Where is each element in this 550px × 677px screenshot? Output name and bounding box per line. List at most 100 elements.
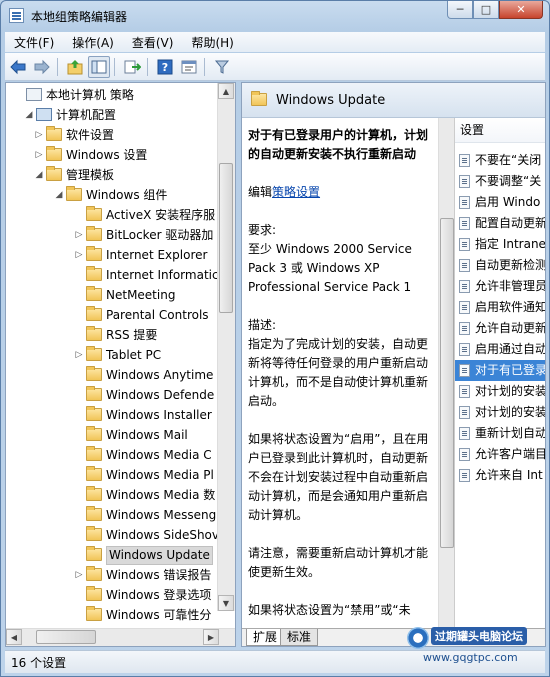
setting-item[interactable]: 重新计划自动 [455, 423, 545, 444]
setting-item[interactable]: 不要调整“关 [455, 171, 545, 192]
expand-arrow-icon[interactable]: ▷ [74, 245, 84, 265]
expand-arrow-icon[interactable]: ▷ [74, 565, 84, 585]
tree-node[interactable]: ◢ Windows 组件 [6, 185, 219, 205]
description-scrollbar[interactable] [438, 118, 455, 628]
scroll-up-icon[interactable]: ▲ [218, 83, 234, 99]
tree-node[interactable]: ◢ 管理模板 [6, 165, 219, 185]
tab-standard[interactable]: 标准 [280, 629, 319, 646]
help-icon[interactable]: ? [154, 56, 176, 78]
scrollbar-thumb[interactable] [440, 218, 454, 548]
up-folder-icon[interactable] [64, 56, 86, 78]
tree-node[interactable]: Windows Defende [6, 385, 219, 405]
tab-extended[interactable]: 扩展 [246, 629, 285, 646]
tree-horizontal-scrollbar[interactable]: ◀ ▶ [6, 628, 235, 646]
collapse-arrow-icon[interactable]: ◢ [54, 185, 64, 205]
description-label: 描述: [248, 318, 277, 332]
policy-setting-icon [459, 196, 470, 209]
tree-node[interactable]: ▷ Windows 错误报告 [6, 565, 219, 585]
edit-policy-link[interactable]: 策略设置 [272, 185, 320, 199]
policy-setting-icon [459, 448, 470, 461]
tree-node[interactable]: ▷ Internet Explorer [6, 245, 219, 265]
setting-item[interactable]: 对计划的安装 [455, 402, 545, 423]
tree-node[interactable]: RSS 提要 [6, 325, 219, 345]
tree-node[interactable]: Windows SideShov [6, 525, 219, 545]
tree-node-label: 管理模板 [66, 168, 115, 182]
menu-bar: 文件(F) 操作(A) 查看(V) 帮助(H) [5, 32, 545, 52]
setting-item[interactable]: 允许来自 Int [455, 465, 545, 486]
setting-item[interactable]: 自动更新检测 [455, 255, 545, 276]
tree-node[interactable]: Windows 登录选项 [6, 585, 219, 605]
setting-item[interactable]: 对计划的安装 [455, 381, 545, 402]
folder-icon [86, 326, 102, 341]
menu-file[interactable]: 文件(F) [5, 34, 63, 51]
maximize-button[interactable]: □ [473, 1, 499, 19]
title-bar[interactable]: 本地组策略编辑器 ─ □ ✕ [1, 1, 549, 31]
close-button[interactable]: ✕ [499, 1, 543, 19]
expand-arrow-icon[interactable]: ▷ [34, 125, 44, 145]
export-icon[interactable] [121, 56, 143, 78]
scroll-left-icon[interactable]: ◀ [6, 629, 22, 645]
policy-setting-icon [459, 301, 470, 314]
setting-item[interactable]: 对于有已登录 [455, 360, 545, 381]
forward-icon[interactable] [31, 56, 53, 78]
setting-item[interactable]: 指定 Intrane [455, 234, 545, 255]
tree-vertical-scrollbar[interactable]: ▲ ▼ [217, 83, 235, 611]
menu-action[interactable]: 操作(A) [63, 34, 123, 51]
tree-node[interactable]: Windows Anytime [6, 365, 219, 385]
tree-node[interactable]: ▷ BitLocker 驱动器加 [6, 225, 219, 245]
menu-help[interactable]: 帮助(H) [182, 34, 242, 51]
tree-node[interactable]: Windows Update [6, 545, 219, 565]
collapse-arrow-icon[interactable]: ◢ [34, 165, 44, 185]
tree-node[interactable]: Windows Media Pl [6, 465, 219, 485]
setting-item[interactable]: 不要在“关闭 [455, 150, 545, 171]
policy-setting-icon [459, 406, 470, 419]
tree-node[interactable]: ▷ Windows 设置 [6, 145, 219, 165]
tree-node[interactable]: Windows Installer [6, 405, 219, 425]
expand-arrow-icon[interactable]: ▷ [74, 345, 84, 365]
settings-column-header[interactable]: 设置 [455, 118, 545, 143]
setting-item[interactable]: 允许自动更新 [455, 318, 545, 339]
show-tree-icon[interactable] [88, 55, 110, 78]
details-title: Windows Update [276, 93, 386, 108]
toolbar-separator [114, 57, 115, 76]
menu-view[interactable]: 查看(V) [123, 34, 183, 51]
tree-node[interactable]: Internet Informatic [6, 265, 219, 285]
minimize-button[interactable]: ─ [447, 1, 473, 19]
tree-node[interactable]: ActiveX 安装程序服 [6, 205, 219, 225]
setting-item[interactable]: 允许客户端目 [455, 444, 545, 465]
filter-icon[interactable] [211, 56, 233, 78]
expand-arrow-icon[interactable]: ▷ [74, 225, 84, 245]
tree-node[interactable]: Windows Media C [6, 445, 219, 465]
folder-icon [86, 306, 102, 321]
setting-item[interactable]: 启用 Windo [455, 192, 545, 213]
collapse-arrow-icon[interactable]: ◢ [24, 105, 34, 125]
setting-item[interactable]: 启用通过自动 [455, 339, 545, 360]
scroll-down-icon[interactable]: ▼ [218, 595, 234, 611]
setting-item[interactable]: 启用软件通知 [455, 297, 545, 318]
setting-item[interactable]: 允许非管理员 [455, 276, 545, 297]
tree-node[interactable]: Windows Messeng [6, 505, 219, 525]
policy-setting-icon [459, 280, 470, 293]
back-icon[interactable] [7, 56, 29, 78]
tree-node[interactable]: ◢ 计算机配置 [6, 105, 219, 125]
tree-node-label: Tablet PC [106, 348, 162, 362]
setting-item[interactable]: 配置自动更新 [455, 213, 545, 234]
folder-icon [86, 366, 102, 381]
tree-node-label: RSS 提要 [106, 328, 158, 342]
scrollbar-thumb[interactable] [36, 630, 96, 644]
tree-node[interactable]: ▷ 软件设置 [6, 125, 219, 145]
expand-arrow-icon[interactable]: ▷ [34, 145, 44, 165]
properties-icon[interactable] [178, 56, 200, 78]
tree-node[interactable]: 本地计算机 策略 [6, 85, 219, 105]
toolbar-separator [204, 57, 205, 76]
tree-node[interactable]: Windows Mail [6, 425, 219, 445]
tree-node[interactable]: Parental Controls [6, 305, 219, 325]
scroll-right-icon[interactable]: ▶ [203, 629, 219, 645]
scrollbar-thumb[interactable] [219, 163, 233, 313]
setting-label: 允许来自 Int [475, 468, 543, 482]
tree-node[interactable]: Windows Media 数 [6, 485, 219, 505]
tree-node-label: Windows Media Pl [106, 468, 214, 482]
tree-node[interactable]: Windows 可靠性分 [6, 605, 219, 625]
tree-node[interactable]: ▷ Tablet PC [6, 345, 219, 365]
tree-node[interactable]: NetMeeting [6, 285, 219, 305]
